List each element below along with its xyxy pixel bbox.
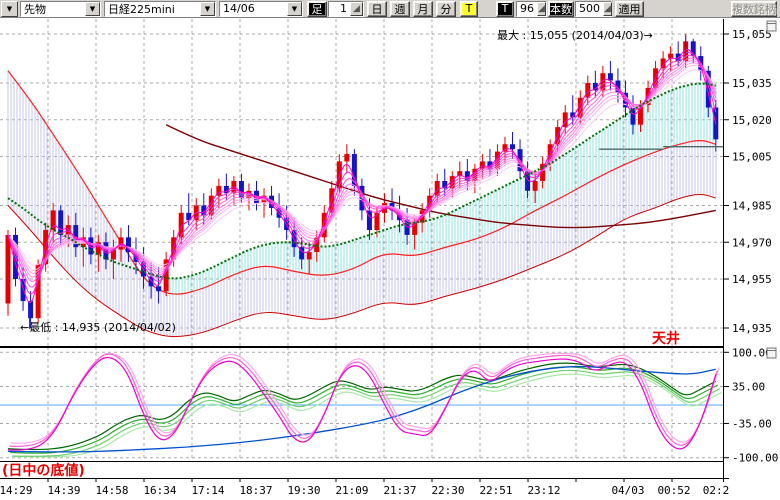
level-lines	[599, 147, 723, 149]
svg-text:19:30: 19:30	[287, 484, 320, 497]
svg-text:15,020: 15,020	[732, 114, 772, 127]
svg-text:100.00: 100.00	[732, 346, 772, 359]
svg-text:15,055: 15,055	[732, 28, 772, 41]
svg-text:14:58: 14:58	[95, 484, 128, 497]
min-price-annotation: ←最低 : 14,935 (2014/04/02)	[20, 319, 176, 335]
panel-corner-icons	[767, 21, 776, 358]
svg-text:-35.00: -35.00	[732, 417, 772, 430]
oscillator-panel	[0, 353, 723, 456]
svg-text:21:37: 21:37	[383, 484, 416, 497]
long-ma-line	[166, 125, 716, 228]
max-price-annotation: 最大 : 15,055 (2014/04/03)→	[497, 27, 653, 43]
svg-text:14:39: 14:39	[47, 484, 80, 497]
svg-text:14:29: 14:29	[0, 484, 33, 497]
svg-text:14,970: 14,970	[732, 236, 772, 249]
svg-text:02:2: 02:2	[703, 484, 730, 497]
svg-text:35.00: 35.00	[732, 381, 765, 394]
svg-text:18:37: 18:37	[239, 484, 272, 497]
svg-text:17:14: 17:14	[191, 484, 224, 497]
panel-restore-icon[interactable]	[767, 348, 776, 358]
svg-text:23:12: 23:12	[527, 484, 560, 497]
svg-text:14,935: 14,935	[732, 322, 772, 335]
svg-text:14,955: 14,955	[732, 273, 772, 286]
intraday-low-annotation: (日中の底値)	[2, 460, 85, 480]
svg-text:00:52: 00:52	[657, 484, 690, 497]
svg-text:04/03: 04/03	[611, 484, 644, 497]
ceiling-annotation: 天井	[652, 328, 680, 348]
svg-text:22:51: 22:51	[479, 484, 512, 497]
svg-text:15,035: 15,035	[732, 77, 772, 90]
svg-text:15,005: 15,005	[732, 151, 772, 164]
svg-text:16:34: 16:34	[143, 484, 176, 497]
svg-text:-100.00: -100.00	[732, 452, 778, 465]
panel-restore-icon[interactable]	[767, 21, 776, 31]
price-chart-canvas[interactable]: 15,055 15,035 15,020 15,005 14,985 14,970 14,9…	[0, 0, 780, 500]
chart-application: ▼ 先物 ▼ 日経225mini ▼ 14/06 ▼ 足 1 ◢ 日 週 月 分…	[0, 0, 780, 500]
svg-text:21:09: 21:09	[335, 484, 368, 497]
svg-text:14,985: 14,985	[732, 200, 772, 213]
svg-text:22:30: 22:30	[431, 484, 464, 497]
